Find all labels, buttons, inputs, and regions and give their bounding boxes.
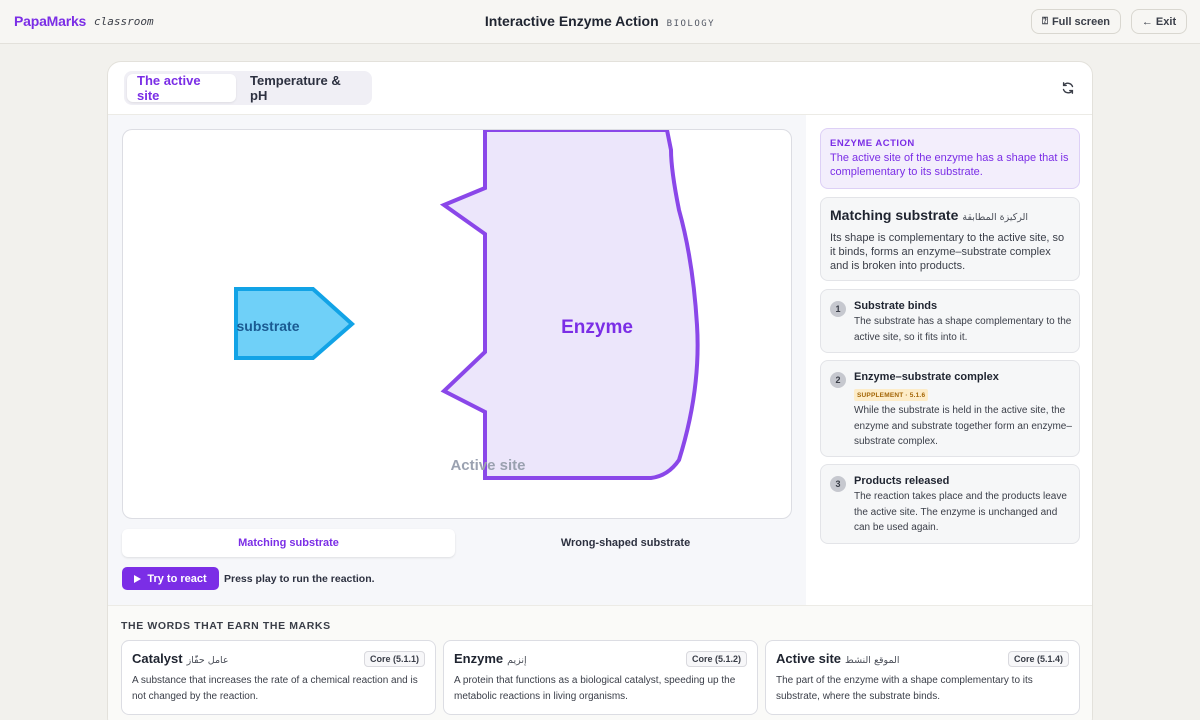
info-title: Matching substrate xyxy=(830,207,959,223)
enzyme-stage: substrate Enzyme Active site xyxy=(122,129,792,519)
wrong-substrate-button[interactable]: Wrong-shaped substrate xyxy=(459,529,792,557)
vocab-card-catalyst: Catalyst عامل حفّاز Core (5.1.1) A substa… xyxy=(121,640,436,715)
fullscreen-icon: ⍰ xyxy=(1041,16,1048,27)
step-card-1: 1 Substrate binds The substrate has a sh… xyxy=(820,289,1080,353)
play-hint: Press play to run the reaction. xyxy=(224,573,375,585)
key-words-heading: THE WORDS THAT EARN THE MARKS xyxy=(121,620,331,632)
vocab-arabic-term: عامل حفّاز xyxy=(186,655,229,666)
step-text: While the substrate is held in the activ… xyxy=(854,405,1072,447)
step-text: The substrate has a shape complementary … xyxy=(854,316,1072,343)
reset-icon[interactable] xyxy=(1058,78,1078,98)
active-site-label: Active site xyxy=(450,457,525,474)
tab-temperature-ph[interactable]: Temperature & pH xyxy=(240,73,368,103)
matching-substrate-button[interactable]: Matching substrate xyxy=(122,529,455,557)
vocab-term-group: Active site الموقع النشط xyxy=(776,651,900,666)
top-bar: PapaMarks classroom Interactive Enzyme A… xyxy=(0,0,1200,44)
supplement-badge: SUPPLEMENT · 5.1.6 xyxy=(854,389,929,401)
vocab-arabic-term: إنزيم xyxy=(507,655,527,666)
enzyme-action-callout: ENZYME ACTION The active site of the enz… xyxy=(820,128,1080,189)
vocab-definition: A substance that increases the rate of a… xyxy=(132,675,418,702)
vocab-term: Active site xyxy=(776,651,842,666)
substrate-label: substrate xyxy=(236,318,299,334)
tab-bar: The active site Temperature & pH xyxy=(124,71,372,105)
syllabus-code-badge: Core (5.1.2) xyxy=(685,651,747,667)
fullscreen-label: Full screen xyxy=(1051,15,1111,28)
simulation-card: The active site Temperature & pH substra… xyxy=(107,61,1093,720)
key-words-section: THE WORDS THAT EARN THE MARKS Catalyst عا… xyxy=(108,605,1092,720)
enzyme-diagram: substrate Enzyme Active site xyxy=(234,130,700,480)
matching-substrate-info: Matching substrate الركيزة المطابقة Its s… xyxy=(820,197,1080,281)
syllabus-code-badge: Core (5.1.4) xyxy=(1007,651,1069,667)
step-title: Substrate binds xyxy=(854,300,938,312)
step-title: Enzyme–substrate complex xyxy=(854,371,999,383)
step-number: 3 xyxy=(830,476,846,492)
vocab-definition: The part of the enzyme with a shape comp… xyxy=(776,675,1033,702)
page-title: Interactive Enzyme Action xyxy=(484,13,659,29)
step-card-2: 2 Enzyme–substrate complex SUPPLEMENT · … xyxy=(820,360,1080,457)
info-arabic-term: الركيزة المطابقة xyxy=(962,212,1029,223)
info-text: Its shape is complementary to the active… xyxy=(830,232,1065,272)
step-number: 1 xyxy=(830,301,846,317)
tab-active-site[interactable]: The active site xyxy=(127,73,236,103)
play-icon xyxy=(134,574,142,583)
callout-label: ENZYME ACTION xyxy=(830,138,915,149)
syllabus-code-badge: Core (5.1.1) xyxy=(363,651,425,667)
vocab-term-group: Enzyme إنزيم xyxy=(454,651,527,666)
vocab-arabic-term: الموقع النشط xyxy=(845,655,900,666)
step-card-3: 3 Products released The reaction takes p… xyxy=(820,464,1080,544)
try-to-react-label: Try to react xyxy=(147,572,207,585)
fullscreen-button[interactable]: ⍰ Full screen xyxy=(1031,9,1121,34)
callout-text: The active site of the enzyme has a shap… xyxy=(830,152,1069,178)
exit-button[interactable]: ← Exit xyxy=(1131,9,1187,34)
enzyme-label: Enzyme xyxy=(561,317,633,338)
substrate-mode-toggle: Matching substrate Wrong-shaped substrat… xyxy=(122,529,792,557)
vocab-term: Catalyst xyxy=(132,651,183,666)
exit-label: ← Exit xyxy=(1141,15,1177,28)
enzyme-shape xyxy=(439,130,700,480)
step-title: Products released xyxy=(854,475,950,487)
step-text: The reaction takes place and the product… xyxy=(854,491,1067,533)
try-to-react-button[interactable]: Try to react xyxy=(122,567,219,590)
vocab-definition: A protein that functions as a biological… xyxy=(454,675,736,702)
step-number: 2 xyxy=(830,372,846,388)
vocab-term: Enzyme xyxy=(454,651,504,666)
subject-label: BIOLOGY xyxy=(666,19,716,29)
vocab-card-active-site: Active site الموقع النشط Core (5.1.4) The… xyxy=(765,640,1080,715)
page-title-group: Interactive Enzyme Action BIOLOGY xyxy=(0,13,1200,31)
vocab-card-enzyme: Enzyme إنزيم Core (5.1.2) A protein that … xyxy=(443,640,758,715)
vocab-term-group: Catalyst عامل حفّاز xyxy=(132,651,229,666)
simulation-area: substrate Enzyme Active site Matching su… xyxy=(108,115,806,605)
